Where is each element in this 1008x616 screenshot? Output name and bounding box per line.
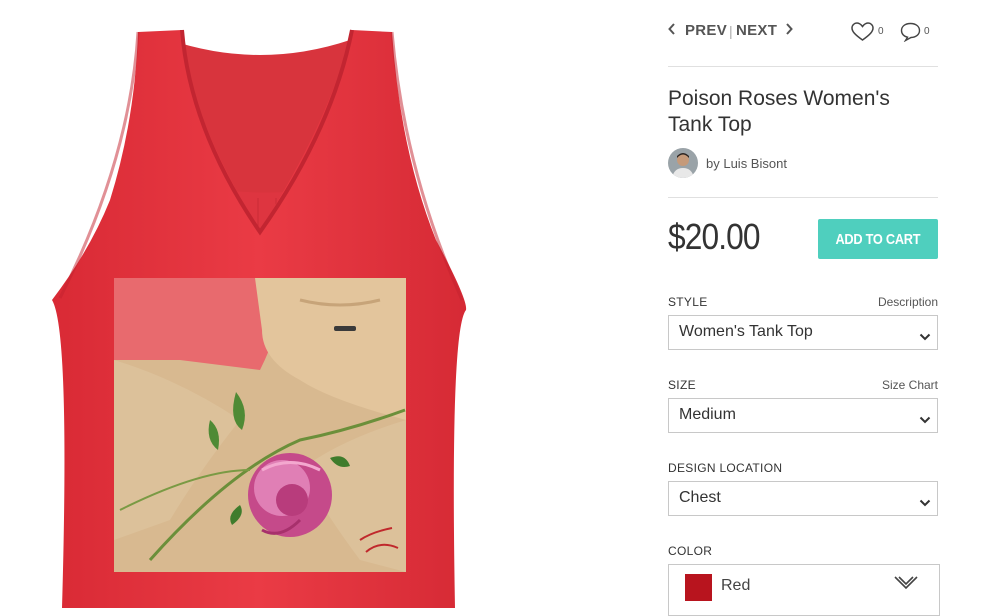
heart-icon[interactable] (851, 22, 874, 47)
speech-bubble-icon[interactable] (900, 22, 921, 47)
size-select[interactable]: Medium (668, 398, 938, 433)
product-title: Poison Roses Women's Tank Top (668, 87, 890, 136)
artwork-print (114, 278, 406, 572)
product-navigation: PREV | NEXT 0 0 (668, 20, 938, 44)
chevron-right-icon (785, 22, 794, 39)
prev-label: PREV (685, 22, 728, 39)
color-value: Red (721, 577, 751, 594)
nav-separator: | (729, 23, 733, 39)
color-selector[interactable]: Red (668, 564, 940, 616)
size-value: Medium (679, 406, 736, 423)
chevron-down-icon (919, 328, 931, 346)
divider (668, 66, 938, 67)
tank-top-mockup (52, 29, 467, 608)
artist-byline[interactable]: by Luis Bisont (668, 148, 938, 178)
next-label: NEXT (736, 22, 778, 39)
color-label: COLOR (668, 544, 713, 558)
chevron-left-icon (668, 22, 676, 39)
prev-link[interactable]: PREV (668, 22, 727, 39)
product-image[interactable] (0, 0, 640, 608)
color-swatch (685, 574, 712, 601)
size-label: SIZE (668, 378, 696, 392)
chevron-down-icon (919, 411, 931, 429)
design-location-label: DESIGN LOCATION (668, 461, 783, 475)
style-select[interactable]: Women's Tank Top (668, 315, 938, 350)
rose (248, 453, 332, 537)
favorites-count: 0 (878, 26, 884, 37)
divider (668, 197, 938, 198)
chevron-down-icon (919, 494, 931, 512)
chevron-down-icon (893, 575, 919, 596)
description-link[interactable]: Description (878, 295, 938, 309)
design-location-select[interactable]: Chest (668, 481, 938, 516)
next-link[interactable]: NEXT (736, 22, 794, 39)
add-to-cart-button[interactable]: ADD TO CART (818, 219, 938, 259)
avatar[interactable] (668, 148, 698, 178)
style-value: Women's Tank Top (679, 323, 813, 340)
comments-count: 0 (924, 26, 930, 37)
add-to-cart-label: ADD TO CART (835, 230, 921, 248)
artist-name[interactable]: by Luis Bisont (706, 156, 787, 171)
size-chart-link[interactable]: Size Chart (882, 378, 938, 392)
product-price: $20.00 (668, 216, 760, 257)
design-location-value: Chest (679, 489, 721, 506)
style-label: STYLE (668, 295, 708, 309)
